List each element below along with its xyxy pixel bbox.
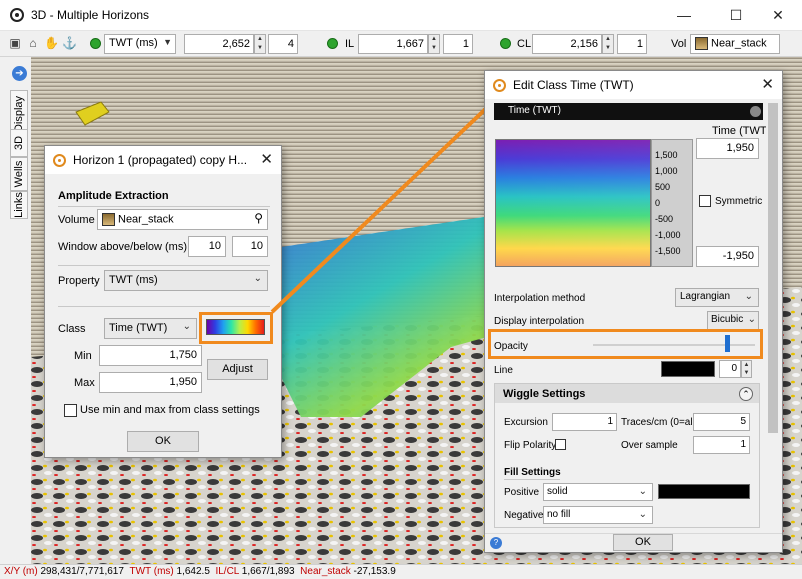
class-dialog-titlebar: Edit Class Time (TWT) ✕ — [485, 71, 782, 99]
chevron-down-icon: ⌄ — [638, 486, 647, 497]
positive-fill-value: solid — [547, 486, 568, 497]
edit-class-dialog: Edit Class Time (TWT) ✕ Time (TWT) Time … — [484, 70, 783, 553]
positive-fill-select[interactable]: solid ⌄ — [543, 483, 653, 501]
traces-label: Traces/cm (0=all) — [621, 417, 699, 428]
amplitude-label: Near_stack — [300, 566, 351, 577]
display-interp-select[interactable]: Bicubic ⌄ — [707, 311, 759, 330]
close-icon[interactable]: ✕ — [761, 75, 774, 93]
wiggle-panel: Wiggle Settings ⌃ Excursion 1 Traces/cm … — [494, 383, 760, 528]
class-color-ramp[interactable] — [495, 139, 651, 267]
xy-label: X/Y (m) — [4, 566, 38, 577]
class-header-text: Time (TWT) — [508, 105, 561, 116]
xy-value: 298,431/7,771,617 — [40, 566, 124, 577]
header-status-icon — [750, 106, 761, 117]
interp-value: Lagrangian — [680, 291, 731, 302]
line-width-input[interactable]: 0 — [719, 360, 741, 378]
scrollbar-thumb[interactable] — [768, 103, 778, 433]
display-interp-value: Bicubic — [711, 314, 744, 325]
class-header-bar: Time (TWT) — [494, 103, 763, 120]
class-dialog-footer: ? OK — [485, 533, 782, 552]
vertical-scrollbar[interactable] — [766, 99, 780, 533]
negative-label: Negative — [504, 510, 544, 521]
scale-label: -1,000 — [655, 230, 681, 240]
scale-label: 1,500 — [655, 150, 678, 160]
excursion-input[interactable]: 1 — [552, 413, 617, 431]
interp-label: Interpolation method — [494, 293, 586, 304]
callout-line — [270, 99, 496, 314]
amplitude-value: -27,153.9 — [353, 566, 396, 577]
bottom-value-input[interactable]: -1,950 — [696, 246, 759, 267]
scale-label: -500 — [655, 214, 674, 224]
class-dialog-title: Edit Class Time (TWT) — [513, 78, 634, 92]
flip-polarity-label: Flip Polarity — [504, 440, 557, 451]
dialog-icon — [493, 79, 506, 92]
scale-label: 500 — [655, 182, 671, 192]
chevron-down-icon: ⌄ — [744, 291, 753, 302]
line-label: Line — [494, 365, 513, 376]
help-icon[interactable]: ? — [490, 537, 502, 549]
line-color-swatch[interactable] — [661, 361, 715, 377]
traces-input[interactable]: 5 — [693, 413, 750, 431]
wiggle-title: Wiggle Settings — [503, 388, 586, 400]
status-bar: X/Y (m) 298,431/7,771,617 TWT (ms) 1,642… — [0, 564, 802, 579]
positive-label: Positive — [504, 487, 540, 498]
line-width-spinner[interactable]: ▲ ▼ — [741, 360, 752, 378]
ilcl-value: 1,667/1,893 — [241, 566, 295, 577]
negative-fill-value: no fill — [547, 509, 571, 520]
twt-value: 1,642.5 — [176, 566, 210, 577]
ilcl-label: IL/CL — [215, 566, 239, 577]
wiggle-header[interactable]: Wiggle Settings — [495, 384, 759, 403]
fill-divider — [504, 479, 560, 480]
top-value-input[interactable]: 1,950 — [696, 138, 759, 159]
display-interp-label: Display interpolation — [494, 316, 585, 327]
scale-label: 1,000 — [655, 166, 678, 176]
symmetric-label: Symmetric — [715, 196, 763, 207]
fill-settings-heading: Fill Settings — [504, 467, 561, 478]
collapse-icon[interactable]: ⌃ — [739, 387, 753, 401]
scale-label: -1,500 — [655, 246, 681, 256]
time-col-label: Time (TWT) — [712, 125, 771, 137]
twt-label: TWT (ms) — [129, 566, 174, 577]
chevron-down-icon: ⌄ — [747, 314, 756, 325]
chevron-down-icon: ⌄ — [638, 509, 647, 520]
oversample-input[interactable]: 1 — [693, 436, 750, 454]
scale-label: 0 — [655, 198, 661, 208]
positive-color-swatch[interactable] — [658, 484, 750, 499]
excursion-label: Excursion — [504, 417, 548, 428]
highlight-box — [488, 329, 763, 359]
ok-button[interactable]: OK — [613, 534, 673, 551]
symmetric-checkbox[interactable] — [699, 195, 711, 207]
oversample-label: Over sample — [621, 440, 678, 451]
interp-select[interactable]: Lagrangian ⌄ — [675, 288, 759, 307]
negative-fill-select[interactable]: no fill ⌄ — [543, 506, 653, 524]
flip-polarity-checkbox[interactable] — [555, 439, 566, 450]
